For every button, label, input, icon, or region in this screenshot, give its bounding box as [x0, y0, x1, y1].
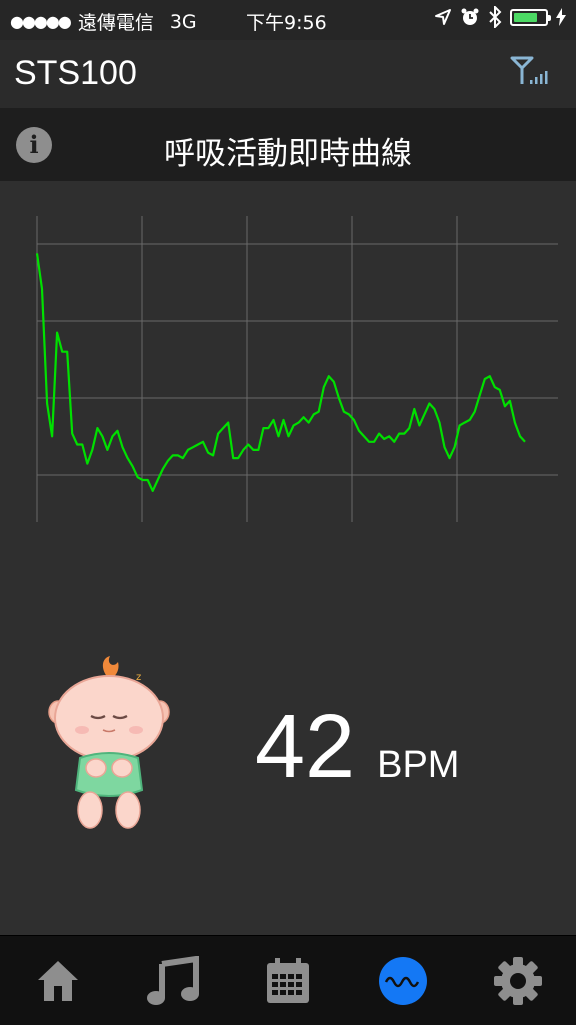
bpm-value: 42: [255, 696, 355, 799]
status-bar: ●●●●● 遠傳電信 3G 下午9:56: [0, 0, 576, 40]
alarm-icon: [460, 7, 480, 27]
app-title: STS100: [14, 54, 137, 93]
cellular-signal-dots: ●●●●●: [10, 12, 70, 31]
sleeping-baby-icon: z: [44, 650, 174, 835]
tab-calendar[interactable]: [230, 936, 345, 1025]
tab-home[interactable]: [0, 936, 115, 1025]
page-title: 呼吸活動即時曲線: [0, 128, 576, 173]
chart-grid: [37, 216, 558, 522]
clock: 下午9:56: [246, 8, 327, 35]
tab-music[interactable]: [115, 936, 230, 1025]
subheader: i 呼吸活動即時曲線: [0, 108, 576, 181]
tab-settings[interactable]: [460, 936, 575, 1025]
carrier-name: 遠傳電信: [78, 8, 154, 35]
gear-icon: [493, 956, 543, 1006]
breath-rate-reading: 42 BPM: [255, 696, 459, 799]
tab-bar: [0, 935, 576, 1025]
wave-icon: [378, 956, 428, 1006]
breathing-curve: [37, 253, 525, 491]
location-arrow-icon: [434, 8, 452, 26]
bpm-unit: BPM: [377, 744, 459, 787]
nav-bar: STS100: [0, 40, 576, 108]
network-type: 3G: [170, 11, 197, 33]
antenna-signal-icon[interactable]: [510, 54, 548, 88]
bluetooth-icon: [488, 6, 502, 28]
battery-icon: [510, 9, 548, 26]
home-icon: [35, 958, 81, 1004]
music-note-icon: [146, 956, 200, 1006]
calendar-icon: [265, 957, 311, 1005]
tab-breathing-wave[interactable]: [345, 936, 460, 1025]
charging-bolt-icon: [556, 8, 566, 26]
breathing-chart: [0, 200, 576, 540]
